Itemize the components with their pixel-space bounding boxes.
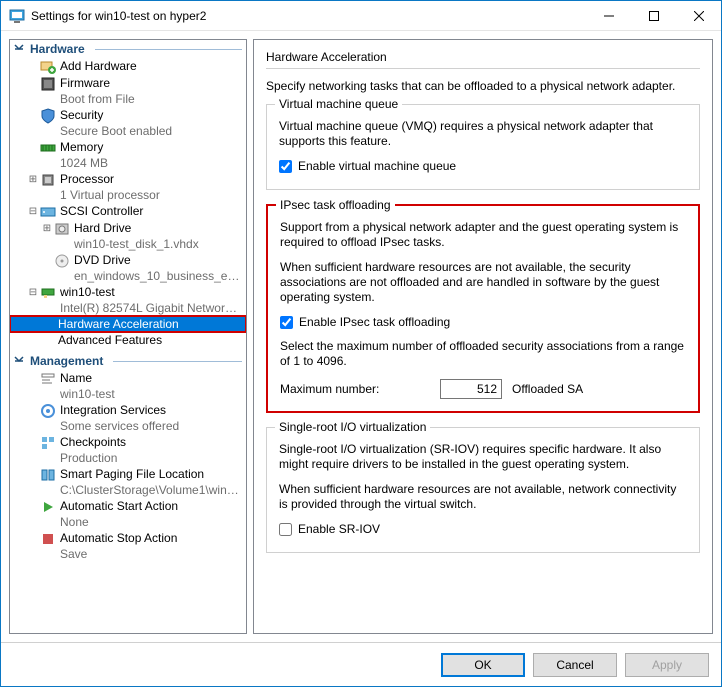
close-button[interactable]	[676, 1, 721, 30]
sidebar-item-firmware[interactable]: FirmwareBoot from File	[10, 75, 246, 107]
sriov-group: Single-root I/O virtualization Single-ro…	[266, 427, 700, 553]
settings-window: Settings for win10-test on hyper2 Hardwa…	[0, 0, 722, 687]
firmware-icon	[40, 76, 56, 92]
ok-button[interactable]: OK	[441, 653, 525, 677]
content-pane: Hardware Acceleration Specify networking…	[253, 39, 713, 634]
sidebar-item-hardware-acceleration[interactable]: Hardware Acceleration	[10, 316, 246, 332]
sidebar-item-hard-drive[interactable]: ⊞ Hard Drivewin10-test_disk_1.vhdx	[10, 220, 246, 252]
sidebar-item-name[interactable]: Namewin10-test	[10, 370, 246, 402]
sidebar-item-processor[interactable]: ⊞ Processor1 Virtual processor	[10, 171, 246, 203]
management-header-label: Management	[30, 354, 103, 368]
maximize-button[interactable]	[631, 1, 676, 30]
hardware-section-header[interactable]: Hardware	[10, 40, 246, 58]
titlebar: Settings for win10-test on hyper2	[1, 1, 721, 31]
integration-icon	[40, 403, 56, 419]
cancel-button[interactable]: Cancel	[533, 653, 617, 677]
expander-icon[interactable]: ⊞	[40, 221, 54, 237]
vmq-legend: Virtual machine queue	[275, 97, 402, 111]
sidebar-item-auto-start[interactable]: Automatic Start ActionNone	[10, 498, 246, 530]
sriov-checkbox[interactable]: Enable SR-IOV	[279, 522, 687, 536]
ipsec-checkbox-input[interactable]	[280, 316, 293, 329]
ipsec-checkbox[interactable]: Enable IPsec task offloading	[280, 315, 686, 329]
sidebar: Hardware Add Hardware FirmwareBoot from …	[9, 39, 247, 634]
memory-icon	[40, 140, 56, 156]
expander-icon[interactable]: ⊟	[26, 285, 40, 301]
processor-icon	[40, 172, 56, 188]
sriov-legend: Single-root I/O virtualization	[275, 420, 430, 434]
paging-icon	[40, 467, 56, 483]
sidebar-item-network-adapter[interactable]: ⊟ win10-testIntel(R) 82574L Gigabit Netw…	[10, 284, 246, 316]
sidebar-item-checkpoints[interactable]: CheckpointsProduction	[10, 434, 246, 466]
apply-button[interactable]: Apply	[625, 653, 709, 677]
checkpoints-icon	[40, 435, 56, 451]
hard-drive-icon	[54, 221, 70, 237]
collapse-icon	[14, 44, 26, 54]
expander-icon[interactable]: ⊞	[26, 172, 40, 188]
name-icon	[40, 371, 56, 387]
sidebar-item-memory[interactable]: Memory1024 MB	[10, 139, 246, 171]
dvd-icon	[54, 253, 70, 269]
page-title: Hardware Acceleration	[266, 50, 700, 64]
sidebar-item-dvd-drive[interactable]: DVD Driveen_windows_10_business_editi...	[10, 252, 246, 284]
vmq-checkbox[interactable]: Enable virtual machine queue	[279, 159, 687, 173]
vmq-checkbox-input[interactable]	[279, 160, 292, 173]
dialog-footer: OK Cancel Apply	[1, 642, 721, 686]
expander-icon[interactable]: ⊟	[26, 204, 40, 220]
auto-stop-icon	[40, 531, 56, 547]
scsi-icon	[40, 204, 56, 220]
vmq-group: Virtual machine queue Virtual machine qu…	[266, 104, 700, 190]
max-number-suffix: Offloaded SA	[512, 382, 583, 396]
sidebar-item-integration-services[interactable]: Integration ServicesSome services offere…	[10, 402, 246, 434]
auto-start-icon	[40, 499, 56, 515]
intro-text: Specify networking tasks that can be off…	[266, 79, 700, 94]
add-hardware-icon	[40, 59, 56, 75]
sidebar-item-advanced-features[interactable]: Advanced Features	[10, 332, 246, 348]
max-number-label: Maximum number:	[280, 382, 430, 396]
hardware-header-label: Hardware	[30, 42, 85, 56]
minimize-button[interactable]	[586, 1, 631, 30]
max-number-input[interactable]	[440, 379, 502, 399]
sriov-checkbox-input[interactable]	[279, 523, 292, 536]
sidebar-item-add-hardware[interactable]: Add Hardware	[10, 58, 246, 75]
sidebar-item-auto-stop[interactable]: Automatic Stop ActionSave	[10, 530, 246, 562]
collapse-icon	[14, 356, 26, 366]
sidebar-item-scsi[interactable]: ⊟ SCSI Controller	[10, 203, 246, 220]
ipsec-legend: IPsec task offloading	[276, 198, 395, 212]
window-title: Settings for win10-test on hyper2	[31, 9, 586, 23]
app-icon	[9, 8, 25, 24]
shield-icon	[40, 108, 56, 124]
ipsec-group: IPsec task offloading Support from a phy…	[266, 204, 700, 413]
management-section-header[interactable]: Management	[10, 352, 246, 370]
sidebar-item-smart-paging[interactable]: Smart Paging File LocationC:\ClusterStor…	[10, 466, 246, 498]
sidebar-item-security[interactable]: SecuritySecure Boot enabled	[10, 107, 246, 139]
network-adapter-icon	[40, 285, 56, 301]
